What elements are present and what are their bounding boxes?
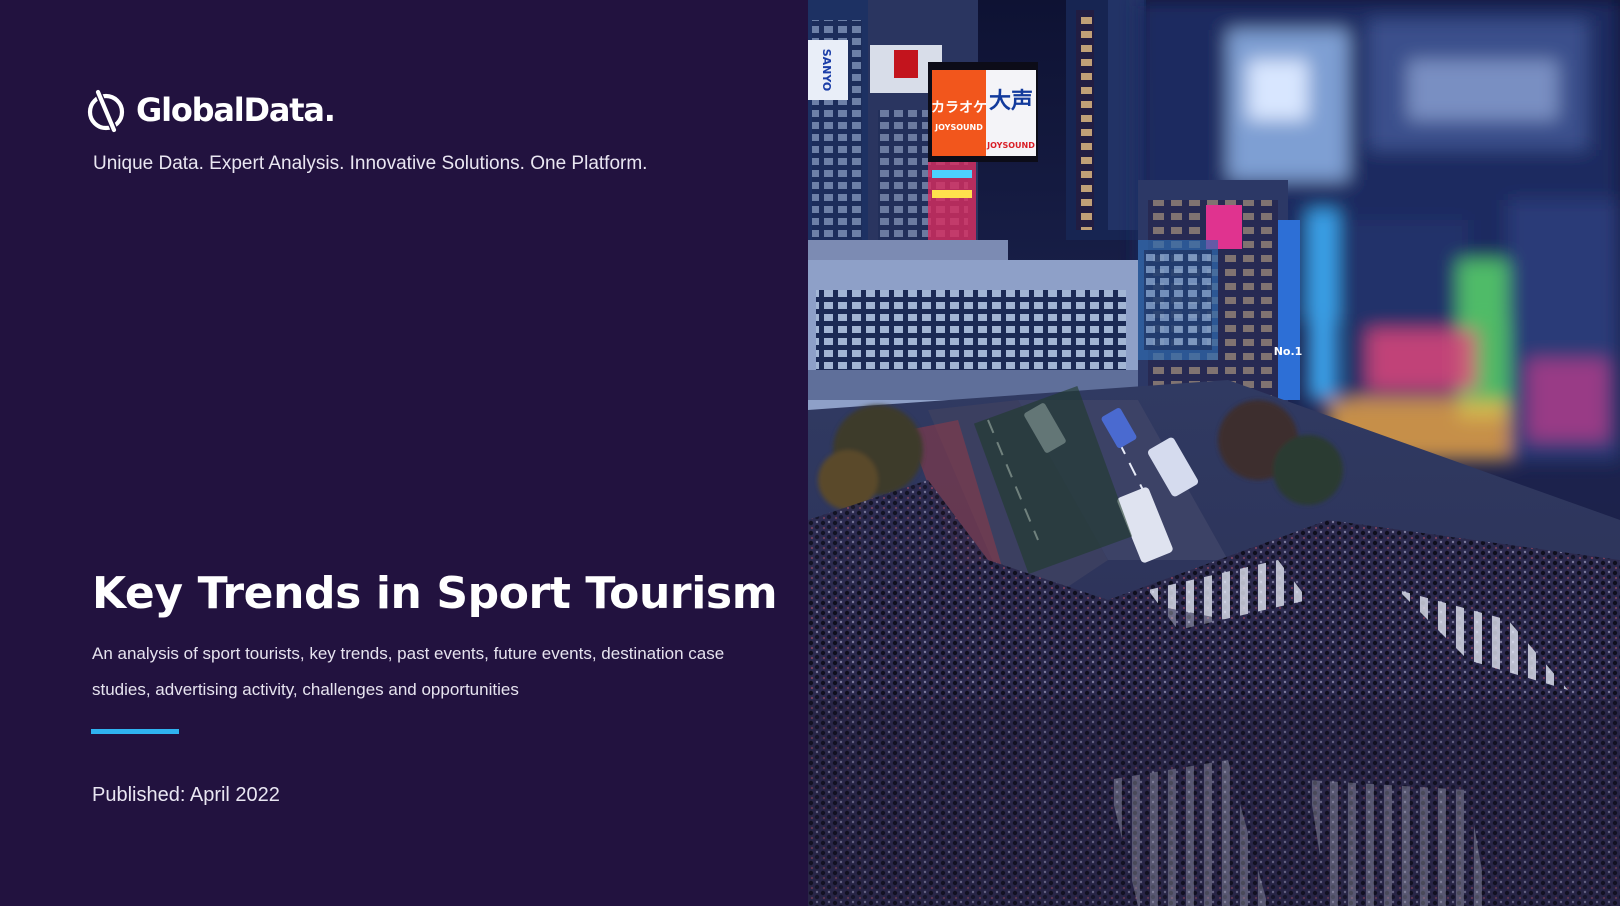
report-subtitle: An analysis of sport tourists, key trend… bbox=[92, 644, 725, 699]
brand-tagline: Unique Data. Expert Analysis. Innovative… bbox=[93, 153, 648, 174]
sign-oogoe: 大声 bbox=[989, 89, 1033, 114]
globaldata-mark-icon bbox=[87, 88, 125, 134]
sign-karaoke: カラオケ bbox=[931, 100, 987, 116]
accent-divider bbox=[91, 729, 179, 734]
cover-text-panel: GlobalData. Unique Data. Expert Analysis… bbox=[0, 0, 808, 906]
sign-no1: No.1 bbox=[1274, 345, 1303, 358]
sign-joysound-left: JOYSOUND bbox=[934, 123, 983, 132]
report-title: Key Trends in Sport Tourism bbox=[92, 568, 778, 619]
logo-wordmark: GlobalData. bbox=[136, 91, 336, 129]
published-date: Published: April 2022 bbox=[92, 784, 280, 806]
cover-photo-shibuya-crossing: SANYO カラオケ JOYSOUND 大声 JOYSOUND No.1 bbox=[808, 0, 1620, 906]
sign-sanyo: SANYO bbox=[820, 49, 833, 92]
sign-joysound-right: JOYSOUND bbox=[986, 141, 1035, 150]
globaldata-logo: GlobalData. bbox=[86, 86, 336, 134]
